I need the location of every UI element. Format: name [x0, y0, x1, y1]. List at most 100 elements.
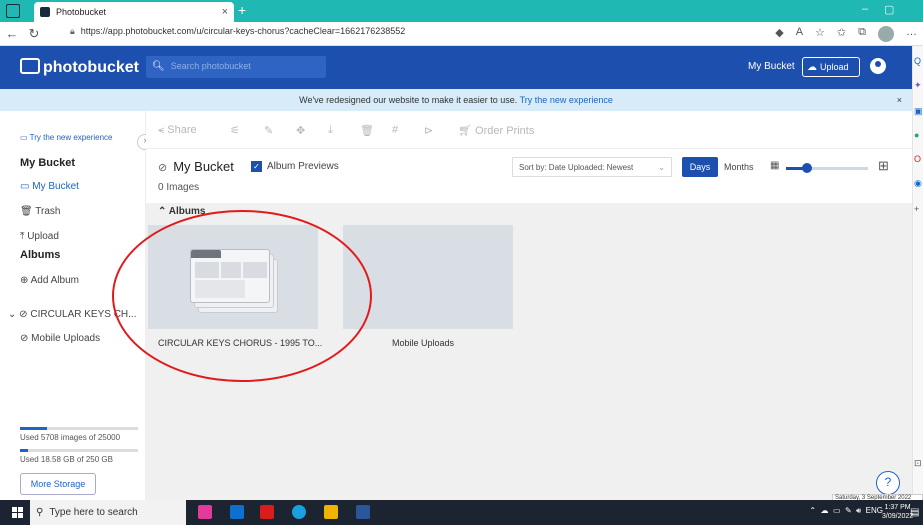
clock-time: 1:37 PM: [884, 504, 911, 511]
hummingbird-app-icon[interactable]: [198, 505, 212, 519]
album-label[interactable]: Mobile Uploads: [392, 338, 454, 348]
favorite-star-icon[interactable]: ☆: [815, 26, 825, 42]
tray-chevron-icon[interactable]: ⌃: [809, 506, 816, 515]
image-count: 0 Images: [158, 182, 200, 193]
cart-icon: 🛒︎: [458, 125, 476, 137]
new-tab-button[interactable]: +: [238, 2, 246, 18]
pen-icon[interactable]: ✎: [845, 506, 852, 515]
sidebar-try-new-link[interactable]: ▭ Try the new experience: [20, 133, 113, 142]
language-indicator[interactable]: ENG: [866, 506, 883, 515]
taskbar-search-input[interactable]: ⚲ Type here to search: [30, 500, 186, 525]
sidebar-item-trash[interactable]: 🗑︎ Trash: [20, 206, 61, 217]
edge-settings-icon[interactable]: ⊡: [914, 458, 922, 469]
clock-date: 3/09/2022: [882, 513, 914, 520]
sidebar-album-mobile-uploads[interactable]: ⊘ Mobile Uploads: [20, 333, 100, 344]
tab-close-icon[interactable]: ×: [222, 6, 228, 18]
trash-icon: 🗑︎: [20, 206, 36, 217]
sidebar-add-album[interactable]: ⊕ Add Album: [20, 275, 79, 286]
collections-icon[interactable]: ⧉: [858, 26, 866, 42]
plus-circle-icon: ⊕: [20, 275, 31, 286]
netflix-app-icon[interactable]: [260, 505, 274, 519]
taskbar-search-placeholder: Type here to search: [49, 507, 138, 518]
extension-icon[interactable]: ◆: [775, 26, 783, 42]
taskbar-clock[interactable]: 1:37 PM 3/09/2022: [882, 503, 913, 521]
notification-icon[interactable]: ▤: [910, 507, 919, 518]
my-bucket-link[interactable]: My Bucket: [748, 61, 795, 72]
redesign-banner: We've redesigned our website to make it …: [0, 89, 912, 111]
chevron-down-icon: ⌄: [8, 309, 20, 320]
logo-frame-icon: [20, 58, 40, 74]
sidebar-item-label: CIRCULAR KEYS CH...: [30, 309, 137, 320]
edge-add-icon[interactable]: +: [914, 204, 919, 214]
album-previews-checkbox[interactable]: ✓ Album Previews: [251, 161, 339, 172]
sidebar-item-my-bucket[interactable]: ▭ My Bucket: [20, 181, 79, 192]
more-icon[interactable]: …: [906, 26, 917, 42]
slideshow-icon[interactable]: ⊳: [424, 124, 433, 137]
zoom-slider-handle[interactable]: [802, 163, 813, 173]
edge-games-icon[interactable]: ●: [914, 130, 919, 140]
search-input[interactable]: 🔍︎ Search photobucket: [146, 56, 326, 78]
sort-dropdown[interactable]: Sort by: Date Uploaded: Newest ⌄: [512, 157, 672, 177]
banner-close-icon[interactable]: ×: [897, 95, 902, 105]
sidebar-album-circular-keys[interactable]: ⌄ ⊘ CIRCULAR KEYS CH...: [8, 309, 136, 320]
eye-off-icon: ⊘: [158, 162, 168, 174]
banner-text: We've redesigned our website to make it …: [299, 95, 518, 105]
edge-app-icon[interactable]: [292, 505, 306, 519]
file-explorer-icon[interactable]: [324, 505, 338, 519]
favorites-icon[interactable]: ✩: [837, 26, 846, 42]
onedrive-icon[interactable]: ☁: [821, 506, 829, 515]
network-icon[interactable]: ▭: [833, 506, 841, 515]
albums-section-heading[interactable]: ⌃ Albums: [158, 206, 205, 217]
word-app-icon[interactable]: [356, 505, 370, 519]
share-button[interactable]: ⪪ Share: [158, 124, 197, 137]
volume-icon[interactable]: 🔊︎: [856, 506, 861, 515]
refresh-icon[interactable]: ↻: [24, 26, 44, 42]
sidebar-item-label: Add Album: [30, 275, 79, 286]
mail-app-icon[interactable]: [230, 505, 244, 519]
minimize-icon[interactable]: –: [862, 3, 868, 15]
windows-start-icon[interactable]: [12, 507, 24, 519]
account-icon[interactable]: [870, 58, 886, 74]
small-grid-icon[interactable]: ▦: [770, 160, 781, 171]
edge-discover-icon[interactable]: ✦: [914, 80, 922, 91]
more-storage-button[interactable]: More Storage: [20, 473, 96, 495]
read-aloud-icon[interactable]: A: [796, 26, 803, 42]
move-icon[interactable]: ✥: [296, 124, 305, 137]
outlook-icon[interactable]: ◉: [914, 178, 922, 189]
banner-try-link[interactable]: Try the new experience: [520, 95, 613, 105]
url-field[interactable]: 🔒︎ https://app.photobucket.com/u/circular…: [70, 26, 405, 37]
help-button[interactable]: ?: [876, 471, 900, 495]
office-icon[interactable]: O: [914, 154, 921, 164]
album-label[interactable]: CIRCULAR KEYS CHORUS - 1995 TO...: [158, 338, 322, 348]
window-menu-icon[interactable]: [6, 4, 20, 18]
search-icon: 🔍︎: [152, 61, 165, 72]
upload-button[interactable]: ☁ Upload: [802, 57, 860, 77]
zoom-slider[interactable]: [786, 163, 868, 173]
days-toggle[interactable]: Days: [682, 157, 718, 177]
logo-text: photobucket: [43, 59, 139, 76]
profile-avatar[interactable]: [878, 26, 894, 42]
back-icon[interactable]: ←: [2, 26, 22, 41]
share-icon: ⪪: [158, 124, 168, 136]
maximize-icon[interactable]: ▢: [884, 3, 894, 16]
frame-icon: ▭: [20, 181, 33, 192]
edge-tools-icon[interactable]: ▣: [914, 106, 923, 117]
browser-tab[interactable]: Photobucket ×: [34, 2, 234, 22]
photobucket-logo[interactable]: photobucket: [20, 58, 139, 77]
edge-search-icon[interactable]: Q: [914, 56, 921, 66]
upload-label: Upload: [820, 62, 849, 72]
adjust-icon[interactable]: ⚟: [230, 124, 240, 137]
months-toggle[interactable]: Months: [724, 157, 754, 172]
tag-icon[interactable]: #: [392, 124, 398, 136]
album-card-circular-keys[interactable]: [148, 225, 318, 329]
delete-icon[interactable]: 🗑︎: [360, 124, 374, 137]
search-icon: ⚲: [36, 507, 44, 518]
large-grid-icon[interactable]: ⊞: [878, 158, 889, 174]
download-icon[interactable]: ⤓: [328, 124, 333, 137]
order-prints-button[interactable]: 🛒︎ Order Prints: [458, 124, 534, 137]
sidebar-item-upload[interactable]: ⤒ Upload: [20, 231, 59, 242]
search-placeholder: Search photobucket: [170, 61, 251, 71]
album-card-mobile-uploads[interactable]: [343, 225, 513, 329]
eye-off-icon: ⊘: [19, 309, 31, 320]
edit-icon[interactable]: ✎: [264, 124, 273, 137]
